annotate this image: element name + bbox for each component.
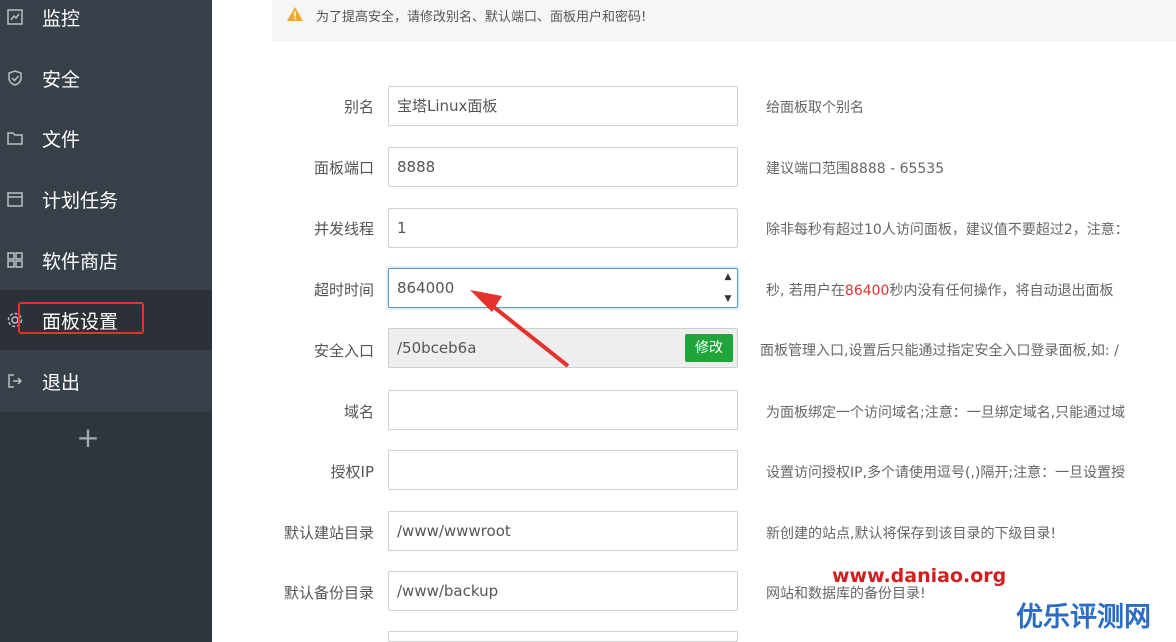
auth-ip-hint: 设置访问授权IP,多个请使用逗号(,)隔开;注意：一旦设置授 — [766, 465, 1126, 481]
logout-icon — [6, 372, 24, 390]
entry-hint: 面板管理入口,设置后只能通过指定安全入口登录面板,如: / — [760, 343, 1119, 359]
timeout-label: 超时时间 — [313, 281, 374, 299]
sidebar-item-label: 退出 — [42, 371, 81, 394]
modify-entry-button[interactable]: 修改 — [685, 334, 733, 362]
folder-icon — [6, 129, 24, 147]
backup-dir-input[interactable]: /www/backup — [388, 571, 738, 611]
timeout-hint-value: 86400 — [844, 283, 890, 299]
sidebar-item-label: 监控 — [42, 7, 81, 30]
alias-value: 宝塔Linux面板 — [397, 97, 498, 115]
calendar-icon — [6, 190, 24, 208]
monitor-icon — [6, 8, 24, 26]
security-notice: 为了提高安全，请修改别名、默认端口、面板用户和密码! — [272, 0, 1176, 42]
site-dir-value: /www/wwwroot — [397, 522, 511, 540]
sidebar-item-label: 软件商店 — [42, 250, 119, 273]
domain-label: 域名 — [343, 403, 374, 421]
add-button[interactable]: + — [74, 424, 102, 452]
port-value: 8888 — [397, 158, 436, 176]
sidebar-item-label: 计划任务 — [42, 189, 119, 212]
threads-label: 并发线程 — [313, 220, 374, 238]
timeout-hint-prefix: 秒, 若用户在 — [766, 283, 845, 299]
annotation-arrow-icon — [470, 290, 570, 368]
notice-text: 为了提高安全，请修改别名、默认端口、面板用户和密码! — [316, 10, 647, 25]
auth-ip-label: 授权IP — [330, 463, 374, 481]
site-dir-hint: 新创建的站点,默认将保存到该目录的下级目录! — [766, 526, 1057, 542]
threads-input[interactable]: 1 — [388, 208, 738, 248]
timeout-hint-suffix: 秒内没有任何操作，将自动退出面板 — [889, 283, 1114, 299]
warning-icon — [286, 6, 304, 26]
auth-ip-input[interactable] — [388, 450, 738, 490]
next-input[interactable] — [388, 631, 738, 642]
watermark-text: www.daniao.org — [832, 565, 1007, 587]
domain-hint: 为面板绑定一个访问域名;注意：一旦绑定域名,只能通过域 — [766, 405, 1126, 421]
alias-input[interactable]: 宝塔Linux面板 — [388, 86, 738, 126]
threads-hint: 除非每秒有超过10人访问面板，建议值不要超过2，注意： — [766, 222, 1129, 238]
port-hint: 建议端口范围8888 - 65535 — [766, 161, 945, 177]
entry-label: 安全入口 — [313, 342, 374, 360]
stepper-up-icon[interactable]: ▲ — [725, 272, 732, 282]
port-label: 面板端口 — [313, 159, 374, 177]
backup-dir-value: /www/backup — [397, 582, 499, 600]
annotation-highlight-box — [18, 302, 144, 334]
site-logo-text: 优乐评测网 — [1016, 602, 1151, 633]
shield-icon — [6, 69, 24, 87]
threads-value: 1 — [397, 219, 407, 237]
backup-dir-label: 默认备份目录 — [283, 584, 374, 602]
sidebar-item-label: 文件 — [42, 128, 81, 151]
alias-label: 别名 — [343, 98, 374, 116]
port-input[interactable]: 8888 — [388, 147, 738, 187]
timeout-hint: 秒, 若用户在86400秒内没有任何操作，将自动退出面板 — [766, 280, 1113, 300]
sidebar-item-label: 安全 — [42, 68, 81, 91]
site-dir-input[interactable]: /www/wwwroot — [388, 511, 738, 551]
alias-hint: 给面板取个别名 — [766, 100, 864, 116]
grid-icon — [6, 251, 24, 269]
domain-input[interactable] — [388, 390, 738, 430]
number-stepper[interactable]: ▲ ▼ — [721, 272, 735, 304]
site-dir-label: 默认建站目录 — [283, 524, 374, 542]
stepper-down-icon[interactable]: ▼ — [725, 294, 732, 304]
sidebar-item-monitor[interactable]: 监控 — [0, 0, 212, 47]
